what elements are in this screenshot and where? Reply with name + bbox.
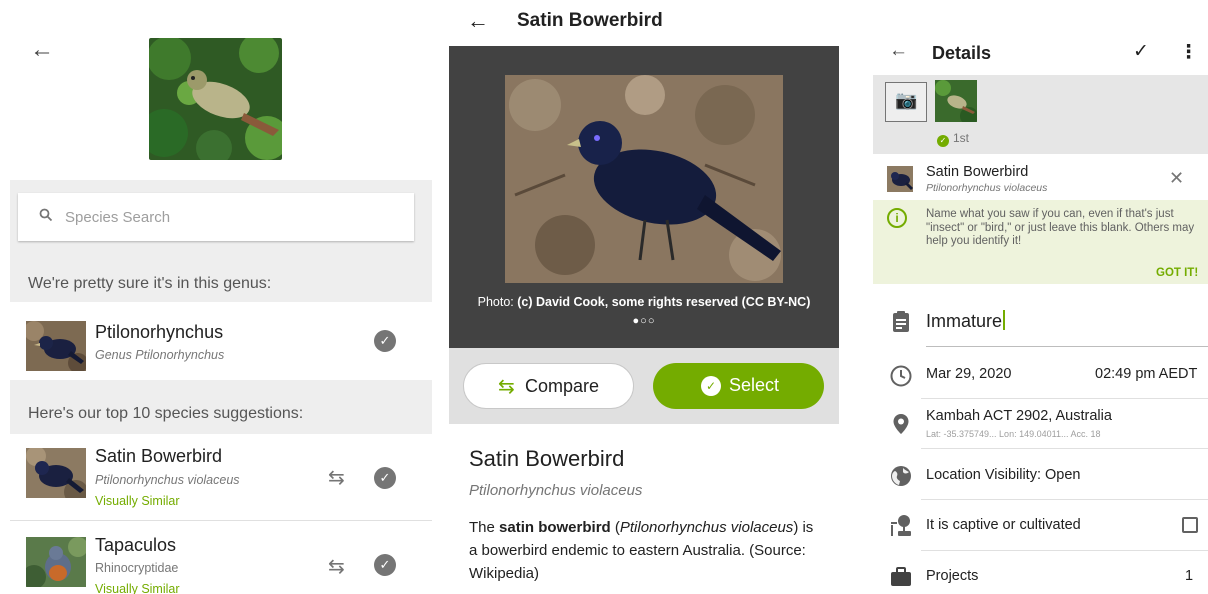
visually-similar-tag: Visually Similar [95, 494, 180, 508]
genus-name[interactable]: Ptilonorhynchus [95, 322, 223, 343]
page-title: Details [932, 43, 992, 63]
add-photo-icon: 📷 [895, 90, 918, 110]
species-photo[interactable] [505, 75, 783, 283]
page-title: Satin Bowerbird [517, 10, 663, 31]
species-scientific-name: Ptilonorhynchus violaceus [469, 482, 643, 499]
compare-button[interactable]: ⇆ Compare [463, 363, 634, 409]
captive-icon [891, 515, 911, 536]
first-photo-badge: ✓ 1st [937, 131, 969, 147]
clipboard-icon [893, 311, 909, 332]
date-field[interactable]: Mar 29, 2020 [926, 366, 1011, 382]
location-coordinates: Lat: -35.375749... Lon: 149.04011... Acc… [926, 429, 1101, 439]
details-panel: ← Details ✓ ⋮ 📷 ✓ 1st Satin Bowerbird Pti… [873, 0, 1208, 594]
close-icon[interactable]: ✕ [1169, 168, 1184, 189]
location-visibility[interactable]: Location Visibility: Open [926, 467, 1081, 483]
search-icon [39, 208, 53, 222]
text-cursor [1003, 310, 1006, 330]
info-icon: i [887, 208, 907, 228]
suggestion-thumbnail [26, 537, 86, 587]
add-photo-button[interactable]: 📷 [885, 82, 927, 122]
species-search-bar[interactable]: Species Search [18, 193, 414, 241]
compare-icon: ⇆ [498, 376, 515, 398]
taxon-name[interactable]: Satin Bowerbird [926, 164, 1028, 180]
back-arrow-icon[interactable]: ← [467, 8, 489, 34]
search-input[interactable]: Species Search [65, 209, 170, 226]
select-button[interactable]: ✓ Select [653, 363, 824, 409]
taxon-scientific-name: Ptilonorhynchus violaceus [926, 182, 1048, 194]
species-common-name: Satin Bowerbird [469, 446, 625, 471]
notes-input[interactable]: Immature [926, 310, 1006, 332]
genus-thumbnail [26, 321, 86, 371]
tip-text: Name what you saw if you can, even if th… [926, 208, 1195, 247]
notes-underline [926, 346, 1208, 347]
photo-credit: Photo: (c) David Cook, some rights reser… [477, 295, 811, 309]
select-check-icon[interactable]: ✓ [374, 330, 396, 352]
time-field[interactable]: 02:49 pm AEDT [1095, 366, 1197, 382]
check-circle-icon: ✓ [701, 376, 721, 396]
row-divider [921, 448, 1208, 449]
observation-photo [149, 38, 282, 160]
photo-pager-dots[interactable]: ●○○ [449, 315, 839, 327]
suggestion-sci-name: Rhinocryptidae [95, 561, 179, 575]
captive-checkbox[interactable] [1182, 517, 1198, 533]
row-divider [10, 520, 432, 521]
projects-label[interactable]: Projects [926, 568, 978, 584]
clock-icon[interactable] [889, 364, 913, 388]
select-label: Select [729, 375, 780, 395]
row-divider [921, 499, 1208, 500]
projects-count: 1 [1185, 568, 1194, 584]
suggestion-name[interactable]: Satin Bowerbird [95, 446, 222, 467]
captive-label: It is captive or cultivated [926, 517, 1081, 533]
suggestion-thumbnail [26, 448, 86, 498]
checkmark-icon[interactable]: ✓ [1133, 40, 1149, 63]
briefcase-icon[interactable] [889, 565, 913, 589]
identify-panel: ← Species Search We're pretty sure it's … [0, 0, 432, 594]
select-check-icon[interactable]: ✓ [374, 467, 396, 489]
genus-subtitle: Genus Ptilonorhynchus [95, 348, 225, 362]
more-vert-icon[interactable]: ⋮ [1179, 41, 1198, 64]
visually-similar-tag: Visually Similar [95, 582, 180, 594]
compare-label: Compare [525, 376, 600, 396]
location-field[interactable]: Kambah ACT 2902, Australia [926, 408, 1112, 424]
check-circle-icon: ✓ [937, 135, 949, 147]
suggestion-sci-name: Ptilonorhynchus violaceus [95, 473, 240, 487]
suggestion-name[interactable]: Tapaculos [95, 535, 176, 556]
location-pin-icon[interactable] [889, 412, 913, 436]
compare-icon[interactable]: ⇆ [328, 554, 345, 579]
back-arrow-icon[interactable]: ← [30, 36, 54, 64]
select-check-icon[interactable]: ✓ [374, 554, 396, 576]
got-it-button[interactable]: GOT IT! [1156, 267, 1198, 279]
genus-header: We're pretty sure it's in this genus: [28, 275, 272, 292]
compare-icon[interactable]: ⇆ [328, 465, 345, 490]
observation-photo-thumb[interactable] [935, 80, 977, 122]
row-divider [921, 398, 1208, 399]
back-arrow-icon[interactable]: ← [889, 40, 908, 62]
suggestions-header: Here's our top 10 species suggestions: [28, 405, 304, 422]
species-panel: ← Satin Bowerbird Photo: (c) David Cook,… [449, 0, 839, 594]
species-description: The satin bowerbird (Ptilonorhynchus vio… [469, 519, 814, 582]
identification-tip: i Name what you saw if you can, even if … [873, 200, 1208, 284]
row-divider [921, 550, 1208, 551]
taxon-thumbnail [887, 166, 913, 192]
globe-icon[interactable] [889, 464, 913, 488]
